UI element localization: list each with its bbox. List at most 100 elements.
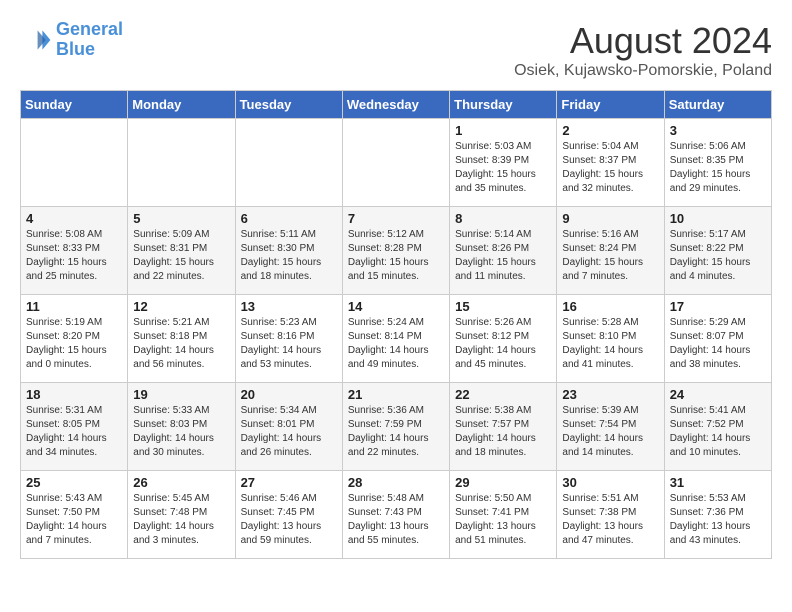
day-header-thursday: Thursday bbox=[450, 91, 557, 119]
day-number: 14 bbox=[348, 299, 444, 314]
calendar-cell: 27 Sunrise: 5:46 AM Sunset: 7:45 PM Dayli… bbox=[235, 471, 342, 559]
day-info: Sunrise: 5:09 AM Sunset: 8:31 PM Dayligh… bbox=[133, 228, 229, 284]
day-info: Sunrise: 5:46 AM Sunset: 7:45 PM Dayligh… bbox=[241, 492, 337, 548]
header-row: SundayMondayTuesdayWednesdayThursdayFrid… bbox=[21, 91, 772, 119]
calendar-cell: 14 Sunrise: 5:24 AM Sunset: 8:14 PM Dayli… bbox=[342, 295, 449, 383]
day-number: 11 bbox=[26, 299, 122, 314]
day-info: Sunrise: 5:33 AM Sunset: 8:03 PM Dayligh… bbox=[133, 404, 229, 460]
day-info: Sunrise: 5:50 AM Sunset: 7:41 PM Dayligh… bbox=[455, 492, 551, 548]
day-info: Sunrise: 5:29 AM Sunset: 8:07 PM Dayligh… bbox=[670, 316, 766, 372]
logo-text: General Blue bbox=[56, 20, 123, 60]
day-number: 19 bbox=[133, 387, 229, 402]
calendar-cell bbox=[342, 119, 449, 207]
day-number: 6 bbox=[241, 211, 337, 226]
day-info: Sunrise: 5:31 AM Sunset: 8:05 PM Dayligh… bbox=[26, 404, 122, 460]
day-info: Sunrise: 5:26 AM Sunset: 8:12 PM Dayligh… bbox=[455, 316, 551, 372]
title-block: August 2024 Osiek, Kujawsko-Pomorskie, P… bbox=[514, 20, 772, 80]
calendar-cell: 12Sunrise: 5:21 AM Sunset: 8:18 PM Dayli… bbox=[128, 295, 235, 383]
week-row-4: 18Sunrise: 5:31 AM Sunset: 8:05 PM Dayli… bbox=[21, 383, 772, 471]
day-number: 22 bbox=[455, 387, 551, 402]
day-info: Sunrise: 5:03 AM Sunset: 8:39 PM Dayligh… bbox=[455, 140, 551, 196]
calendar-cell: 24Sunrise: 5:41 AM Sunset: 7:52 PM Dayli… bbox=[664, 383, 771, 471]
day-number: 9 bbox=[562, 211, 658, 226]
calendar-cell: 8 Sunrise: 5:14 AM Sunset: 8:26 PM Daylig… bbox=[450, 207, 557, 295]
calendar-cell: 6 Sunrise: 5:11 AM Sunset: 8:30 PM Daylig… bbox=[235, 207, 342, 295]
day-header-friday: Friday bbox=[557, 91, 664, 119]
calendar-cell: 15 Sunrise: 5:26 AM Sunset: 8:12 PM Dayli… bbox=[450, 295, 557, 383]
calendar-cell: 19 Sunrise: 5:33 AM Sunset: 8:03 PM Dayli… bbox=[128, 383, 235, 471]
calendar-cell: 30 Sunrise: 5:51 AM Sunset: 7:38 PM Dayli… bbox=[557, 471, 664, 559]
logo-icon bbox=[20, 24, 52, 56]
day-info: Sunrise: 5:21 AM Sunset: 8:18 PM Dayligh… bbox=[133, 316, 229, 372]
calendar-cell: 25Sunrise: 5:43 AM Sunset: 7:50 PM Dayli… bbox=[21, 471, 128, 559]
day-header-monday: Monday bbox=[128, 91, 235, 119]
day-number: 29 bbox=[455, 475, 551, 490]
week-row-3: 11 Sunrise: 5:19 AM Sunset: 8:20 PM Dayli… bbox=[21, 295, 772, 383]
day-number: 8 bbox=[455, 211, 551, 226]
calendar-cell: 9 Sunrise: 5:16 AM Sunset: 8:24 PM Daylig… bbox=[557, 207, 664, 295]
calendar-cell: 28 Sunrise: 5:48 AM Sunset: 7:43 PM Dayli… bbox=[342, 471, 449, 559]
day-number: 1 bbox=[455, 123, 551, 138]
day-header-sunday: Sunday bbox=[21, 91, 128, 119]
day-number: 27 bbox=[241, 475, 337, 490]
calendar-cell: 29 Sunrise: 5:50 AM Sunset: 7:41 PM Dayli… bbox=[450, 471, 557, 559]
calendar-cell bbox=[128, 119, 235, 207]
day-header-saturday: Saturday bbox=[664, 91, 771, 119]
calendar-cell: 11 Sunrise: 5:19 AM Sunset: 8:20 PM Dayli… bbox=[21, 295, 128, 383]
calendar-cell: 16Sunrise: 5:28 AM Sunset: 8:10 PM Dayli… bbox=[557, 295, 664, 383]
day-info: Sunrise: 5:41 AM Sunset: 7:52 PM Dayligh… bbox=[670, 404, 766, 460]
calendar-table: SundayMondayTuesdayWednesdayThursdayFrid… bbox=[20, 90, 772, 559]
week-row-1: 1 Sunrise: 5:03 AM Sunset: 8:39 PM Daylig… bbox=[21, 119, 772, 207]
day-number: 28 bbox=[348, 475, 444, 490]
day-header-wednesday: Wednesday bbox=[342, 91, 449, 119]
month-year: August 2024 bbox=[514, 20, 772, 62]
day-info: Sunrise: 5:11 AM Sunset: 8:30 PM Dayligh… bbox=[241, 228, 337, 284]
calendar-cell bbox=[235, 119, 342, 207]
calendar-cell: 5 Sunrise: 5:09 AM Sunset: 8:31 PM Daylig… bbox=[128, 207, 235, 295]
day-number: 2 bbox=[562, 123, 658, 138]
calendar-cell: 18Sunrise: 5:31 AM Sunset: 8:05 PM Dayli… bbox=[21, 383, 128, 471]
day-header-tuesday: Tuesday bbox=[235, 91, 342, 119]
day-number: 30 bbox=[562, 475, 658, 490]
day-info: Sunrise: 5:24 AM Sunset: 8:14 PM Dayligh… bbox=[348, 316, 444, 372]
day-number: 21 bbox=[348, 387, 444, 402]
day-info: Sunrise: 5:16 AM Sunset: 8:24 PM Dayligh… bbox=[562, 228, 658, 284]
day-info: Sunrise: 5:36 AM Sunset: 7:59 PM Dayligh… bbox=[348, 404, 444, 460]
day-number: 20 bbox=[241, 387, 337, 402]
calendar-cell: 23Sunrise: 5:39 AM Sunset: 7:54 PM Dayli… bbox=[557, 383, 664, 471]
day-info: Sunrise: 5:38 AM Sunset: 7:57 PM Dayligh… bbox=[455, 404, 551, 460]
day-info: Sunrise: 5:43 AM Sunset: 7:50 PM Dayligh… bbox=[26, 492, 122, 548]
calendar-cell: 2 Sunrise: 5:04 AM Sunset: 8:37 PM Daylig… bbox=[557, 119, 664, 207]
day-number: 10 bbox=[670, 211, 766, 226]
day-info: Sunrise: 5:48 AM Sunset: 7:43 PM Dayligh… bbox=[348, 492, 444, 548]
calendar-cell: 26 Sunrise: 5:45 AM Sunset: 7:48 PM Dayli… bbox=[128, 471, 235, 559]
calendar-cell: 3 Sunrise: 5:06 AM Sunset: 8:35 PM Daylig… bbox=[664, 119, 771, 207]
calendar-cell: 21 Sunrise: 5:36 AM Sunset: 7:59 PM Dayli… bbox=[342, 383, 449, 471]
day-number: 16 bbox=[562, 299, 658, 314]
calendar-cell: 10Sunrise: 5:17 AM Sunset: 8:22 PM Dayli… bbox=[664, 207, 771, 295]
calendar-cell: 4Sunrise: 5:08 AM Sunset: 8:33 PM Daylig… bbox=[21, 207, 128, 295]
day-info: Sunrise: 5:39 AM Sunset: 7:54 PM Dayligh… bbox=[562, 404, 658, 460]
day-number: 15 bbox=[455, 299, 551, 314]
day-number: 3 bbox=[670, 123, 766, 138]
day-number: 5 bbox=[133, 211, 229, 226]
calendar-cell: 20 Sunrise: 5:34 AM Sunset: 8:01 PM Dayli… bbox=[235, 383, 342, 471]
day-info: Sunrise: 5:06 AM Sunset: 8:35 PM Dayligh… bbox=[670, 140, 766, 196]
logo: General Blue bbox=[20, 20, 123, 60]
week-row-2: 4Sunrise: 5:08 AM Sunset: 8:33 PM Daylig… bbox=[21, 207, 772, 295]
day-number: 26 bbox=[133, 475, 229, 490]
day-info: Sunrise: 5:53 AM Sunset: 7:36 PM Dayligh… bbox=[670, 492, 766, 548]
day-info: Sunrise: 5:34 AM Sunset: 8:01 PM Dayligh… bbox=[241, 404, 337, 460]
day-number: 13 bbox=[241, 299, 337, 314]
day-info: Sunrise: 5:14 AM Sunset: 8:26 PM Dayligh… bbox=[455, 228, 551, 284]
day-info: Sunrise: 5:51 AM Sunset: 7:38 PM Dayligh… bbox=[562, 492, 658, 548]
day-info: Sunrise: 5:19 AM Sunset: 8:20 PM Dayligh… bbox=[26, 316, 122, 372]
calendar-cell bbox=[21, 119, 128, 207]
day-info: Sunrise: 5:04 AM Sunset: 8:37 PM Dayligh… bbox=[562, 140, 658, 196]
day-number: 31 bbox=[670, 475, 766, 490]
day-info: Sunrise: 5:45 AM Sunset: 7:48 PM Dayligh… bbox=[133, 492, 229, 548]
day-info: Sunrise: 5:12 AM Sunset: 8:28 PM Dayligh… bbox=[348, 228, 444, 284]
day-info: Sunrise: 5:23 AM Sunset: 8:16 PM Dayligh… bbox=[241, 316, 337, 372]
calendar-cell: 1 Sunrise: 5:03 AM Sunset: 8:39 PM Daylig… bbox=[450, 119, 557, 207]
page-header: General Blue August 2024 Osiek, Kujawsko… bbox=[20, 20, 772, 80]
